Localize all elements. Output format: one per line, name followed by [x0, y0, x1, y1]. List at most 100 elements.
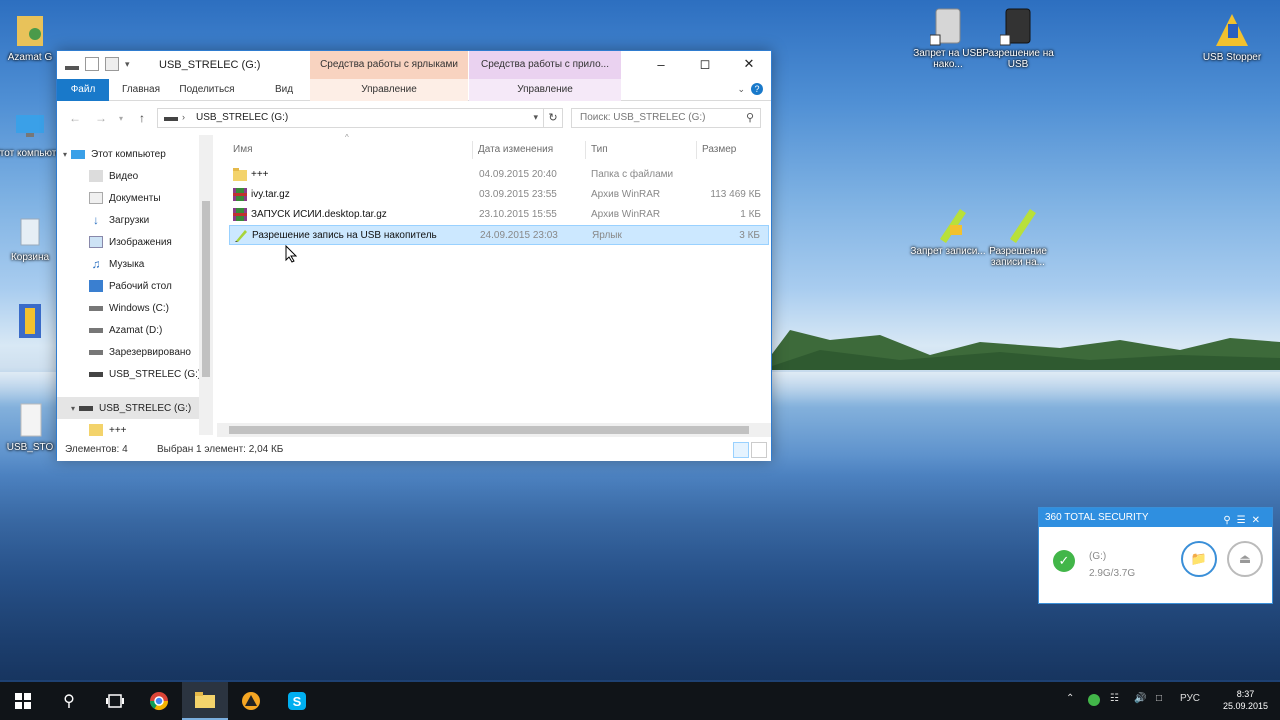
horizontal-scrollbar-thumb[interactable]: [229, 426, 749, 434]
desktop-icon-usb-allow[interactable]: Разрешение на USB: [980, 6, 1056, 70]
nav-item-usb-g-root[interactable]: ▾ USB_STRELEC (G:): [57, 397, 199, 419]
tab-manage-app[interactable]: Управление: [469, 79, 621, 101]
security-widget-title: 360 TOTAL SECURITY: [1045, 512, 1149, 523]
address-dropdown-icon[interactable]: ▾: [533, 112, 538, 123]
context-tab-shortcut-tools: Средства работы с ярлыками: [310, 51, 468, 79]
nav-item-label: USB_STRELEC (G:): [109, 368, 202, 380]
file-row[interactable]: ЗАПУСК ИСИИ.desktop.tar.gz 23.10.2015 15…: [229, 205, 769, 225]
file-row-selected[interactable]: Разрешение запись на USB накопитель 24.0…: [229, 225, 769, 245]
nav-item-video[interactable]: Видео: [57, 165, 215, 187]
desktop-icon-write-allow[interactable]: Разрешение записи на...: [980, 204, 1056, 268]
tab-manage-shortcut[interactable]: Управление: [310, 79, 468, 101]
search-icon[interactable]: ⚲: [1223, 515, 1236, 526]
taskbar-file-explorer[interactable]: [182, 682, 228, 720]
tab-view[interactable]: Вид: [269, 79, 299, 101]
forward-arrow-icon[interactable]: →: [95, 111, 107, 125]
nav-item-drive-d[interactable]: Azamat (D:): [57, 319, 215, 341]
file-date: 24.09.2015 23:03: [480, 230, 558, 241]
nav-item-documents[interactable]: Документы: [57, 187, 215, 209]
new-folder-icon[interactable]: [105, 57, 119, 71]
nav-item-drive-c[interactable]: Windows (C:): [57, 297, 215, 319]
nav-item-pictures[interactable]: Изображения: [57, 231, 215, 253]
computer-icon: [12, 106, 48, 146]
language-indicator[interactable]: РУС: [1180, 693, 1200, 704]
tab-share[interactable]: Поделиться: [175, 79, 239, 101]
nav-item-label: Зарезервировано: [109, 346, 191, 358]
nav-item-desktop[interactable]: Рабочий стол: [57, 275, 215, 297]
tab-file[interactable]: Файл: [57, 79, 109, 101]
large-icons-view-button[interactable]: [751, 442, 767, 458]
show-hidden-icons-chevron-icon[interactable]: ⌃: [1066, 693, 1074, 704]
folder-icon: [89, 424, 103, 436]
title-bar[interactable]: ▾ USB_STRELEC (G:) Средства работы с ярл…: [57, 51, 771, 79]
file-size: 3 КБ: [739, 230, 760, 241]
properties-icon[interactable]: [85, 57, 99, 71]
status-selection: Выбран 1 элемент: 2,04 КБ: [157, 444, 284, 455]
taskbar-skype[interactable]: S: [274, 682, 320, 720]
address-bar[interactable]: › USB_STRELEC (G:) ▾: [157, 108, 563, 128]
network-icon[interactable]: ☷: [1110, 693, 1119, 704]
taskbar-app[interactable]: [228, 682, 274, 720]
action-center-icon[interactable]: □: [1156, 693, 1162, 704]
window-title: USB_STRELEC (G:): [159, 59, 261, 71]
marker-icon: [1000, 204, 1036, 244]
close-icon[interactable]: ✕: [1252, 515, 1266, 526]
chevron-down-icon: ▾: [63, 149, 68, 159]
tab-home[interactable]: Главная: [113, 79, 169, 101]
menu-icon[interactable]: ☰: [1237, 515, 1252, 526]
maximize-button[interactable]: ◻: [683, 51, 727, 77]
taskbar: ⚲ S ⌃ ☷ 🔊 □ РУС 8:37 25.09.2015: [0, 682, 1280, 720]
shortcut-marker-icon: [235, 230, 247, 242]
nav-item-usb-g[interactable]: USB_STRELEC (G:): [57, 363, 215, 385]
nav-item-downloads[interactable]: ↓ Загрузки: [57, 209, 215, 231]
file-size: 113 469 КБ: [710, 189, 761, 200]
chevron-down-icon[interactable]: ▾: [125, 59, 130, 70]
minimize-button[interactable]: –: [639, 51, 683, 77]
search-input[interactable]: Поиск: USB_STRELEC (G:) ⚲: [571, 108, 761, 128]
nav-scrollbar-thumb[interactable]: [202, 201, 210, 377]
nav-item-plus-folder[interactable]: +++: [57, 419, 215, 439]
column-header-type[interactable]: Тип: [587, 141, 697, 159]
desktop-icon-write-deny[interactable]: Запрет записи...: [910, 204, 986, 257]
column-header-date[interactable]: Дата изменения: [474, 141, 586, 159]
mouse-cursor-icon: [285, 245, 297, 263]
details-view-button[interactable]: [733, 442, 749, 458]
taskbar-chrome[interactable]: [136, 682, 182, 720]
file-type: Архив WinRAR: [591, 189, 661, 200]
back-arrow-icon[interactable]: ←: [69, 111, 81, 125]
user-folder-icon: [12, 10, 48, 50]
file-row[interactable]: +++ 04.09.2015 20:40 Папка с файлами: [229, 165, 769, 185]
column-header-size[interactable]: Размер: [698, 141, 768, 159]
eject-button[interactable]: ⏏: [1227, 541, 1263, 577]
clock[interactable]: 8:37 25.09.2015: [1223, 688, 1268, 712]
refresh-button[interactable]: ↻: [543, 108, 563, 128]
file-row[interactable]: ivy.tar.gz 03.09.2015 23:55 Архив WinRAR…: [229, 185, 769, 205]
nav-item-label: Документы: [109, 192, 161, 204]
search-button[interactable]: ⚲: [46, 682, 92, 720]
nav-item-label: Загрузки: [109, 214, 150, 226]
start-button[interactable]: [0, 682, 46, 720]
usb-drive-shortcut-icon: [930, 6, 966, 46]
volume-icon[interactable]: 🔊: [1134, 693, 1146, 704]
explorer-window[interactable]: ▾ USB_STRELEC (G:) Средства работы с ярл…: [56, 50, 772, 461]
nav-item-this-pc[interactable]: ▾ Этот компьютер: [57, 143, 215, 165]
360-security-tray-icon[interactable]: [1088, 694, 1100, 706]
close-button[interactable]: ✕: [727, 51, 771, 77]
video-folder-icon: [89, 170, 103, 182]
column-header-name[interactable]: Имя: [229, 141, 473, 159]
nav-item-music[interactable]: ♫ Музыка: [57, 253, 215, 275]
recent-locations-icon[interactable]: ▾: [119, 114, 123, 123]
desktop-icon-usb-stopper[interactable]: USB Stopper: [1194, 10, 1270, 63]
nav-item-reserved[interactable]: Зарезервировано: [57, 341, 215, 363]
breadcrumb-separator-icon: ›: [182, 112, 185, 122]
help-icon[interactable]: ?: [751, 83, 763, 95]
status-bar: Элементов: 4 Выбран 1 элемент: 2,04 КБ: [57, 439, 771, 461]
nav-item-label: Музыка: [109, 258, 145, 270]
expand-ribbon-icon[interactable]: ⌄: [737, 84, 745, 95]
up-arrow-icon[interactable]: ↑: [139, 111, 145, 125]
task-view-button[interactable]: [92, 682, 138, 720]
usb-stopper-icon: [1214, 10, 1250, 50]
drive-icon: [89, 327, 103, 333]
open-folder-button[interactable]: 📁: [1181, 541, 1217, 577]
desktop-icon-usb-deny[interactable]: Запрет на USB нако...: [910, 6, 986, 70]
